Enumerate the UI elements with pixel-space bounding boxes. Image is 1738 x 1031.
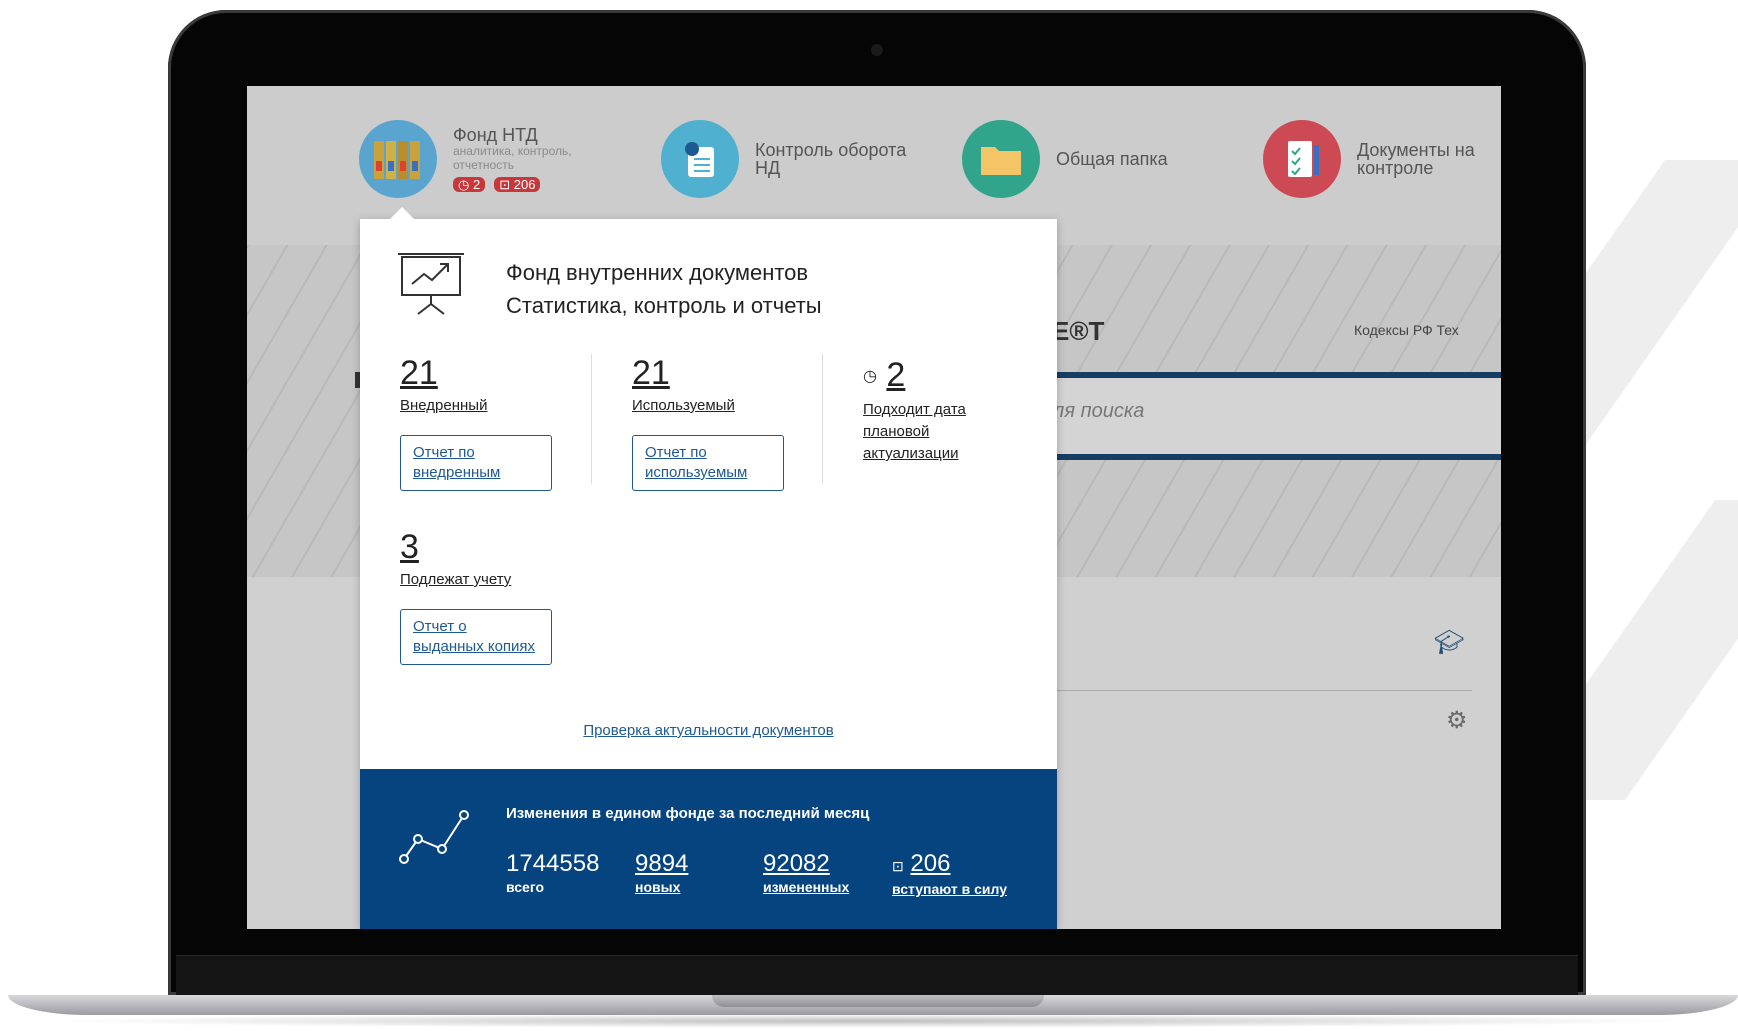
stat-implemented[interactable]: 21 Внедренный	[400, 355, 487, 417]
changed-count[interactable]: 92082 измененных	[763, 851, 849, 896]
divider	[591, 354, 592, 484]
new-value[interactable]: 9894	[635, 851, 688, 877]
stat-value-row[interactable]: ◷ 2	[863, 357, 993, 395]
popup-title: Фонд внутренних документов Статистика, к…	[506, 256, 822, 322]
site-nav-links[interactable]: Кодексы РФ Тех	[1354, 322, 1459, 338]
report-copies-button[interactable]: Отчет о выданных копиях	[400, 609, 552, 665]
clock-icon: ◷	[863, 368, 877, 386]
check-actuality-link[interactable]: Проверка актуальности документов	[360, 722, 1057, 739]
binders-icon	[359, 120, 437, 198]
divider	[822, 354, 823, 484]
report-implemented-button[interactable]: Отчет по внедренным	[400, 435, 552, 491]
changes-title: Изменения в едином фонде за последний ме…	[506, 805, 870, 822]
graduation-cap-icon[interactable]: 🎓︎	[1434, 628, 1464, 657]
document-icon	[661, 120, 739, 198]
divider	[1052, 690, 1472, 691]
stat-used[interactable]: 21 Используемый	[632, 355, 735, 417]
stat-value[interactable]: 2	[886, 356, 905, 394]
overdue-badge[interactable]: ◷ 2	[453, 177, 486, 192]
laptop-bezel	[176, 955, 1578, 996]
screen: Фонд НТД аналитика, контроль, отчетность…	[247, 86, 1501, 929]
site-logo[interactable]: Е®Т	[1052, 316, 1104, 347]
tile-control-nd[interactable]: Контроль оборота НД	[661, 120, 930, 198]
laptop-notch	[712, 995, 1044, 1007]
tile-shared-folder[interactable]: Общая папка	[962, 120, 1168, 198]
stat-value[interactable]: 21	[632, 355, 735, 391]
stat-planned-update[interactable]: ◷ 2 Подходит дата плановой актуализации	[863, 357, 993, 465]
tile-subtitle: аналитика, контроль, отчетность	[453, 144, 572, 172]
stat-value[interactable]: 21	[400, 355, 487, 391]
stat-label[interactable]: Подлежат учету	[400, 569, 511, 591]
camera	[871, 44, 883, 56]
coming-into-force-count[interactable]: ⊡ 206 вступают в силу	[892, 850, 1007, 898]
force-value[interactable]: 206	[910, 850, 950, 877]
stat-label[interactable]: Подходит дата плановой актуализации	[863, 399, 993, 465]
stat-to-register[interactable]: 3 Подлежат учету	[400, 529, 511, 591]
search-placeholder: для поиска	[1042, 400, 1145, 422]
total-value: 1744558	[506, 850, 600, 877]
presentation-chart-icon	[398, 252, 464, 321]
new-count[interactable]: 9894 новых	[635, 851, 688, 896]
checklist-icon	[1263, 120, 1341, 198]
laptop-shadow	[40, 1014, 1700, 1028]
changed-value[interactable]: 92082	[763, 851, 849, 877]
tile-title: Контроль оборота НД	[755, 140, 907, 178]
tile-title: Документы на контроле	[1357, 140, 1475, 178]
tile-docs-on-control[interactable]: Документы на контроле	[1263, 120, 1497, 198]
search-input[interactable]: для поиска	[1042, 372, 1501, 460]
popup-title-line1: Фонд внутренних документов	[506, 260, 809, 285]
incoming-badge[interactable]: ⊡ 206	[494, 177, 541, 192]
tile-title: Фонд НТД	[453, 125, 538, 145]
fond-ntd-dropdown: Фонд внутренних документов Статистика, к…	[360, 207, 1057, 929]
changed-label[interactable]: измененных	[763, 879, 849, 895]
popup-arrow	[390, 207, 414, 219]
force-label[interactable]: вступают в силу	[892, 881, 1007, 897]
total-count: 1744558 всего	[506, 850, 600, 896]
calendar-icon: ⊡	[892, 858, 904, 874]
popup-title-line2: Статистика, контроль и отчеты	[506, 293, 822, 318]
trend-line-icon	[398, 807, 472, 872]
tile-fond-ntd[interactable]: Фонд НТД аналитика, контроль, отчетность…	[359, 120, 603, 198]
stat-value[interactable]: 3	[400, 529, 511, 565]
report-used-button[interactable]: Отчет по используемым	[632, 435, 784, 491]
new-label[interactable]: новых	[635, 879, 688, 895]
stat-label[interactable]: Внедренный	[400, 395, 487, 417]
gear-icon[interactable]: ⚙	[1446, 706, 1468, 735]
tile-title: Общая папка	[1056, 149, 1168, 169]
folder-icon	[962, 120, 1040, 198]
total-label: всего	[506, 879, 545, 895]
stat-label[interactable]: Используемый	[632, 395, 735, 417]
changes-panel: Изменения в едином фонде за последний ме…	[360, 769, 1057, 929]
